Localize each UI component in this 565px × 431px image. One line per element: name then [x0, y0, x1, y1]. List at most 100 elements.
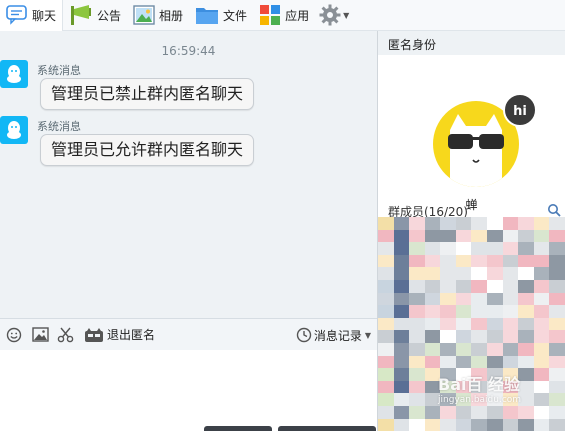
mosaic-cell: [409, 217, 425, 230]
tab-announcement[interactable]: 公告: [63, 0, 127, 31]
mosaic-cell: [533, 254, 550, 268]
mosaic-cell: [549, 242, 565, 255]
exit-anonymous-button[interactable]: 退出匿名: [84, 326, 155, 343]
mosaic-cell: [424, 355, 441, 369]
mosaic-cell: [440, 279, 456, 293]
mosaic-cell: [471, 217, 488, 230]
mosaic-cell: [502, 330, 519, 343]
mosaic-cell: [549, 342, 565, 356]
mosaic-cell: [409, 267, 425, 280]
mosaic-cell: [549, 380, 565, 394]
mosaic-cell: [378, 405, 394, 419]
mosaic-cell: [440, 418, 456, 431]
mosaic-cell: [471, 292, 488, 306]
mosaic-cell: [455, 217, 472, 230]
message-history-button[interactable]: 消息记录 ▼: [296, 319, 371, 351]
mosaic-cell: [424, 317, 441, 331]
mosaic-cell: [440, 317, 456, 331]
mosaic-cell: [393, 368, 410, 381]
mosaic-cell: [471, 330, 488, 343]
mosaic-cell: [549, 267, 565, 280]
mosaic-cell: [393, 242, 410, 255]
close-button[interactable]: [204, 426, 272, 431]
system-avatar[interactable]: [0, 60, 28, 88]
qq-penguin-icon: [7, 65, 21, 83]
hi-badge: hi: [513, 104, 527, 119]
mosaic-cell: [424, 279, 441, 293]
message-history-label: 消息记录: [313, 328, 362, 343]
mosaic-cell: [378, 254, 394, 268]
search-icon: [548, 204, 561, 217]
mosaic-cell: [471, 254, 488, 268]
mosaic-cell: [502, 217, 519, 230]
mosaic-cell: [424, 342, 441, 356]
anonymous-avatar[interactable]: hi: [430, 90, 542, 193]
mosaic-cell: [549, 279, 565, 293]
mosaic-cell: [549, 317, 565, 331]
chat-message-area[interactable]: 16:59:44 系统消息 管理员已禁止群内匿名聊天 系统消息 管理员已允许群内…: [0, 31, 377, 318]
mosaic-cell: [487, 405, 503, 419]
mosaic-cell: [393, 405, 410, 419]
mosaic-cell: [393, 292, 410, 306]
mosaic-cell: [378, 317, 394, 331]
mosaic-cell: [533, 229, 550, 243]
system-avatar[interactable]: [0, 116, 28, 144]
mosaic-cell: [533, 267, 550, 280]
tab-apps-label: 应用: [285, 8, 310, 23]
folder-icon: [196, 8, 219, 24]
right-sidebar: 匿名身份 hi 蝉 群成员(16/20) Bai百 经验 jingyan.bai…: [378, 31, 565, 431]
tab-album[interactable]: 相册: [127, 0, 189, 31]
mosaic-cell: [409, 279, 425, 293]
message-bubble: 管理员已禁止群内匿名聊天: [40, 78, 255, 110]
mosaic-cell: [455, 418, 472, 431]
mosaic-cell: [518, 217, 534, 230]
mosaic-cell: [502, 405, 519, 419]
mosaic-cell: [549, 393, 565, 406]
message-input-area[interactable]: [0, 350, 377, 431]
mosaic-cell: [549, 355, 565, 369]
mosaic-cell: [518, 292, 534, 306]
mosaic-cell: [455, 292, 472, 306]
mosaic-cell: [533, 368, 550, 381]
send-image-button[interactable]: [28, 319, 52, 351]
mosaic-cell: [393, 342, 410, 356]
tab-apps[interactable]: 应用: [253, 0, 315, 31]
mosaic-cell: [455, 330, 472, 343]
settings-menu-button[interactable]: ▼: [315, 4, 353, 26]
tab-chat[interactable]: 聊天: [0, 0, 64, 31]
chevron-down-icon: ▼: [364, 330, 371, 340]
mosaic-cell: [409, 342, 425, 356]
mosaic-cell: [533, 217, 550, 230]
mosaic-cell: [378, 217, 394, 230]
mosaic-cell: [487, 267, 503, 280]
mosaic-cell: [455, 317, 472, 331]
message-timestamp: 16:59:44: [161, 44, 216, 58]
tab-files[interactable]: 文件: [189, 0, 253, 31]
input-toolbar: 退出匿名 消息记录 ▼: [0, 318, 377, 350]
mosaic-cell: [549, 368, 565, 381]
mosaic-cell: [393, 229, 410, 243]
mosaic-cell: [440, 217, 456, 230]
mosaic-cell: [471, 405, 488, 419]
mosaic-cell: [549, 292, 565, 306]
send-button[interactable]: [278, 426, 376, 431]
mosaic-cell: [440, 355, 456, 369]
mosaic-cell: [424, 254, 441, 268]
mosaic-cell: [487, 292, 503, 306]
mosaic-cell: [487, 342, 503, 356]
mosaic-cell: [518, 317, 534, 331]
mosaic-cell: [518, 254, 534, 268]
mosaic-cell: [533, 342, 550, 356]
megaphone-icon: [71, 5, 92, 25]
mosaic-cell: [440, 342, 456, 356]
mosaic-cell: [455, 342, 472, 356]
tab-chat-label: 聊天: [32, 8, 57, 23]
mosaic-cell: [440, 229, 456, 243]
mosaic-cell: [471, 279, 488, 293]
emoji-button[interactable]: [2, 319, 26, 351]
mosaic-cell: [378, 305, 394, 318]
mosaic-cell: [409, 305, 425, 318]
mosaic-cell: [378, 342, 394, 356]
screenshot-button[interactable]: [54, 319, 78, 351]
mosaic-cell: [549, 305, 565, 318]
